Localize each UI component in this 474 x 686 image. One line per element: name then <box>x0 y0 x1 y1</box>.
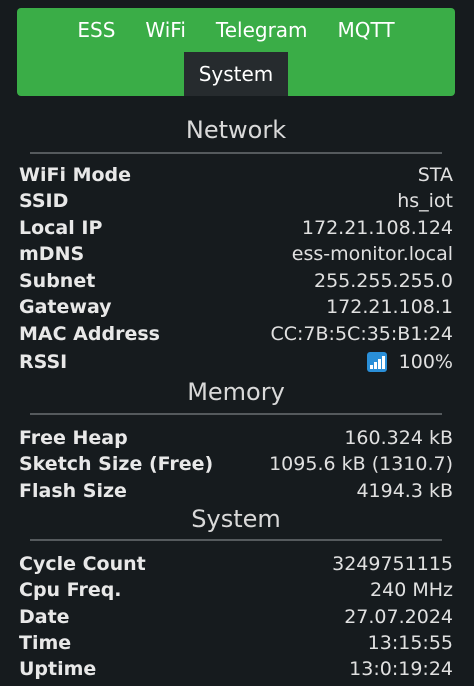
nav-row-secondary: System <box>17 52 455 96</box>
row-value: 27.07.2024 <box>344 606 453 628</box>
info-row-cycle-count: Cycle Count 3249751115 <box>19 551 453 577</box>
row-label: Gateway <box>19 296 112 318</box>
info-row-mdns: mDNS ess-monitor.local <box>19 241 453 267</box>
row-label: Subnet <box>19 270 96 292</box>
row-value: hs_iot <box>397 190 453 212</box>
info-row-flash-size: Flash Size 4194.3 kB <box>19 478 453 504</box>
row-label: Sketch Size (Free) <box>19 453 214 475</box>
row-label: Uptime <box>19 658 97 680</box>
row-value: 1095.6 kB (1310.7) <box>269 453 453 475</box>
info-row-time: Time 13:15:55 <box>19 630 453 656</box>
row-label: mDNS <box>19 243 85 265</box>
info-row-wifi-mode: WiFi Mode STA <box>19 162 453 188</box>
info-row-free-heap: Free Heap 160.324 kB <box>19 425 453 451</box>
tab-ess[interactable]: ESS <box>62 8 130 52</box>
info-row-cpu-freq: Cpu Freq. 240 MHz <box>19 577 453 603</box>
info-row-date: Date 27.07.2024 <box>19 604 453 630</box>
row-value: 3249751115 <box>332 553 453 575</box>
row-label: Local IP <box>19 217 103 239</box>
row-label: Time <box>19 632 72 654</box>
tab-system[interactable]: System <box>183 52 289 96</box>
row-value: 13:15:55 <box>367 632 453 654</box>
top-nav: ESS WiFi Telegram MQTT System <box>17 8 455 96</box>
row-value: 13:0:19:24 <box>349 658 453 680</box>
row-label: Flash Size <box>19 480 127 502</box>
row-label: WiFi Mode <box>19 164 132 186</box>
rssi-value: 100% <box>366 351 453 373</box>
info-row-gateway: Gateway 172.21.108.1 <box>19 294 453 320</box>
network-section-title: Network <box>30 116 442 154</box>
row-label: Cycle Count <box>19 553 146 575</box>
tab-mqtt[interactable]: MQTT <box>323 8 410 52</box>
info-row-sketch-size: Sketch Size (Free) 1095.6 kB (1310.7) <box>19 451 453 477</box>
nav-row-primary: ESS WiFi Telegram MQTT <box>17 8 455 52</box>
row-value: 172.21.108.124 <box>301 217 453 239</box>
row-label: Date <box>19 606 70 628</box>
row-value: 255.255.255.0 <box>313 270 453 292</box>
memory-section-title: Memory <box>30 378 442 415</box>
info-row-uptime: Uptime 13:0:19:24 <box>19 656 453 682</box>
tab-wifi[interactable]: WiFi <box>130 8 201 52</box>
info-row-mac-address: MAC Address CC:7B:5C:35:B1:24 <box>19 321 453 347</box>
row-label: MAC Address <box>19 323 160 345</box>
info-row-local-ip: Local IP 172.21.108.124 <box>19 215 453 241</box>
signal-strength-icon <box>366 352 387 372</box>
row-value: ess-monitor.local <box>291 243 453 265</box>
row-label: SSID <box>19 190 69 212</box>
row-value: 240 MHz <box>370 579 453 601</box>
info-row-rssi: RSSI 100% <box>19 349 453 375</box>
rssi-percent: 100% <box>398 351 453 373</box>
row-value: STA <box>417 164 453 186</box>
row-value: 4194.3 kB <box>356 480 453 502</box>
row-label: RSSI <box>19 351 68 373</box>
system-section-title: System <box>30 505 442 541</box>
row-value: 160.324 kB <box>344 427 453 449</box>
row-value: CC:7B:5C:35:B1:24 <box>270 323 454 345</box>
tab-telegram[interactable]: Telegram <box>201 8 323 52</box>
row-value: 172.21.108.1 <box>326 296 453 318</box>
row-label: Free Heap <box>19 427 128 449</box>
info-row-ssid: SSID hs_iot <box>19 188 453 214</box>
row-label: Cpu Freq. <box>19 579 122 601</box>
info-row-subnet: Subnet 255.255.255.0 <box>19 268 453 294</box>
